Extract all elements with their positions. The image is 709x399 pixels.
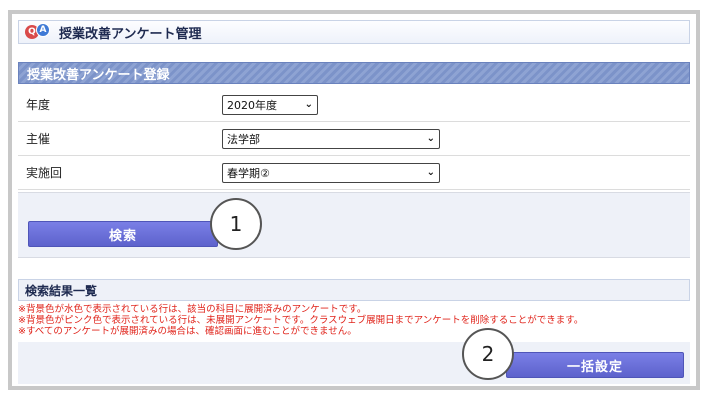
chevron-down-icon: ⌄ <box>304 99 313 110</box>
title-bar: Q A 授業改善アンケート管理 <box>18 20 690 44</box>
year-select-value: 2020年度 <box>227 98 277 112</box>
chevron-down-icon: ⌄ <box>426 133 435 144</box>
host-select[interactable]: 法学部 ⌄ <box>222 128 440 149</box>
note-line: ※すべてのアンケートが展開済みの場合は、確認画面に進むことができません。 <box>18 326 357 337</box>
page-title: 授業改善アンケート管理 <box>59 26 202 42</box>
year-label: 年度 <box>18 88 218 121</box>
callout-2: 2 <box>462 328 514 380</box>
callout-1: 1 <box>210 198 262 250</box>
form-row-host: 主催 法学部 ⌄ <box>18 122 690 156</box>
session-label: 実施回 <box>18 156 218 189</box>
note-line: ※背景色がピンク色で表示されている行は、未展開アンケートです。クラスウェブ展開日… <box>18 315 584 326</box>
host-select-value: 法学部 <box>227 132 260 146</box>
form-row-session: 実施回 春学期② ⌄ <box>18 156 690 190</box>
bulk-setting-button[interactable]: 一括設定 <box>506 352 684 378</box>
note-line: ※背景色が水色で表示されている行は、該当の科目に展開済みのアンケートです。 <box>18 304 367 315</box>
session-select-value: 春学期② <box>227 166 270 180</box>
year-select[interactable]: 2020年度 ⌄ <box>222 94 318 115</box>
form-row-year: 年度 2020年度 ⌄ <box>18 88 690 122</box>
results-heading: 検索結果一覧 <box>18 279 690 301</box>
session-select[interactable]: 春学期② ⌄ <box>222 162 440 183</box>
form-section-heading: 授業改善アンケート登録 <box>18 62 690 84</box>
qa-icon: Q A <box>25 22 55 42</box>
app-frame: Q A 授業改善アンケート管理 授業改善アンケート登録 年度 2020年度 ⌄ … <box>8 10 700 390</box>
host-label: 主催 <box>18 122 218 155</box>
search-button[interactable]: 検索 <box>28 221 218 247</box>
registration-form: 年度 2020年度 ⌄ 主催 法学部 ⌄ 実施回 春学期② ⌄ <box>18 88 690 190</box>
chevron-down-icon: ⌄ <box>426 167 435 178</box>
results-notes: ※背景色が水色で表示されている行は、該当の科目に展開済みのアンケートです。 ※背… <box>18 304 690 337</box>
